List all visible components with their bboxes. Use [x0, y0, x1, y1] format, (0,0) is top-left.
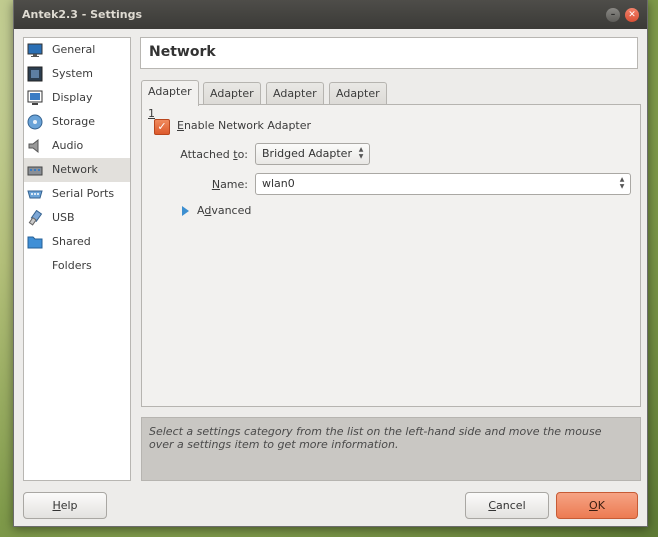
cancel-button[interactable]: Cancel — [465, 492, 549, 519]
tab-mnemonic: 1 — [148, 107, 155, 120]
sidebar-item-label: USB — [52, 211, 75, 224]
monitor-general-icon — [27, 42, 43, 58]
enable-adapter-label[interactable]: Enable Network Adapter — [177, 119, 311, 132]
button-mnemonic: O — [589, 499, 598, 512]
sidebar-item-label: Serial Ports — [52, 187, 115, 200]
name-combobox[interactable]: wlan0 ▲ ▼ — [255, 173, 631, 195]
sidebar-item-network[interactable]: Network — [24, 158, 130, 182]
label-mnemonic: N — [211, 178, 221, 191]
button-mnemonic: C — [488, 499, 497, 512]
label-text: Attached — [180, 148, 234, 161]
expand-arrow-icon[interactable] — [182, 206, 189, 216]
sidebar-item-label: Shared Folders — [52, 235, 92, 272]
sidebar-item-audio[interactable]: Audio — [24, 134, 130, 158]
enable-adapter-checkbox[interactable]: ✓ — [154, 119, 170, 135]
chip-system-icon — [27, 66, 43, 82]
tab-adapter-1[interactable]: Adapter 1 — [141, 80, 199, 120]
tab-adapter-3[interactable]: Adapter 3 — [266, 82, 324, 122]
tab-label: Adapter — [210, 87, 254, 100]
tab-label: Adapter — [273, 87, 317, 100]
sidebar-item-label: Audio — [52, 139, 84, 152]
display-monitor-icon — [27, 90, 43, 106]
button-label: elp — [60, 499, 78, 512]
advanced-toggle[interactable]: Advanced — [197, 204, 251, 217]
speaker-audio-icon — [27, 138, 43, 154]
sidebar-item-label: General — [52, 43, 96, 56]
sidebar-item-shared-folders[interactable]: Shared Folders — [24, 230, 130, 272]
sidebar-item-label: Network — [52, 163, 98, 176]
label-text: nable Network Adapter — [183, 119, 312, 132]
chevron-updown-icon: ▲ ▼ — [358, 146, 364, 160]
label-text: vanced — [211, 204, 252, 217]
minimize-icon[interactable]: – — [606, 8, 620, 22]
sidebar-item-system[interactable]: System — [24, 62, 130, 86]
chevron-updown-icon[interactable]: ▲ ▼ — [618, 176, 626, 190]
serial-port-icon — [27, 186, 43, 202]
name-value: wlan0 — [262, 177, 295, 190]
tab-adapter-2[interactable]: Adapter 2 — [203, 82, 261, 122]
help-button[interactable]: Help — [23, 492, 107, 519]
label-text: o: — [237, 148, 248, 161]
folder-icon — [27, 234, 43, 250]
close-icon[interactable]: ✕ — [625, 8, 639, 22]
button-label: ancel — [496, 499, 526, 512]
page-title: Network — [149, 44, 216, 60]
attached-to-label: Attached to: — [168, 148, 248, 161]
label-mnemonic: E — [177, 119, 184, 132]
label-text: ame: — [220, 178, 248, 191]
name-label: Name: — [168, 178, 248, 191]
tab-label: Adapter — [336, 87, 380, 100]
tab-label: Adapter — [148, 85, 192, 98]
window-title: Antek2.3 - Settings — [22, 8, 143, 21]
disk-storage-icon — [27, 114, 43, 130]
info-text: Select a settings category from the list… — [149, 425, 602, 451]
sidebar-item-serial-ports[interactable]: Serial Ports — [24, 182, 130, 206]
attached-to-value: Bridged Adapter — [262, 147, 352, 160]
sidebar-item-label: Storage — [52, 115, 96, 128]
page-header: Network — [140, 37, 638, 69]
button-mnemonic: H — [52, 499, 61, 512]
network-icon — [27, 162, 43, 178]
usb-icon — [27, 209, 43, 226]
attached-to-select[interactable]: Bridged Adapter ▲ ▼ — [255, 143, 370, 165]
button-label: K — [597, 499, 605, 512]
category-list[interactable]: General System Display Storage Audio Net… — [23, 37, 131, 481]
tab-adapter-4[interactable]: Adapter 4 — [329, 82, 387, 122]
title-bar[interactable]: Antek2.3 - Settings – ✕ — [14, 0, 647, 29]
sidebar-item-general[interactable]: General — [24, 38, 130, 62]
settings-window: Antek2.3 - Settings – ✕ General System D… — [13, 0, 648, 527]
sidebar-item-display[interactable]: Display — [24, 86, 130, 110]
sidebar-item-usb[interactable]: USB — [24, 206, 130, 230]
adapter-panel: ✓ Enable Network Adapter Attached to: Br… — [141, 104, 641, 407]
sidebar-item-label: System — [52, 67, 94, 80]
sidebar-item-storage[interactable]: Storage — [24, 110, 130, 134]
info-box: Select a settings category from the list… — [141, 417, 641, 481]
ok-button[interactable]: OK — [556, 492, 638, 519]
sidebar-item-label: Display — [52, 91, 93, 104]
